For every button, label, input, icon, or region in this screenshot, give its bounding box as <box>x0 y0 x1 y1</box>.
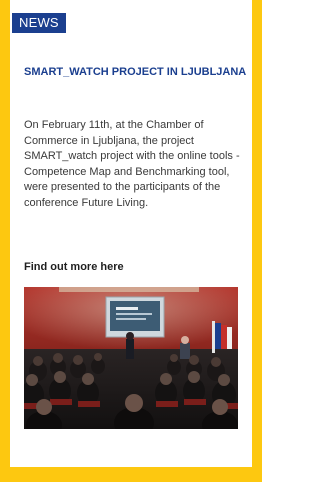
news-card: NEWS SMART_WATCH PROJECT IN LJUBLJANA On… <box>10 0 252 467</box>
news-frame: NEWS SMART_WATCH PROJECT IN LJUBLJANA On… <box>0 0 262 482</box>
article-body: On February 11th, at the Chamber of Comm… <box>24 119 240 209</box>
news-badge: NEWS <box>12 13 66 33</box>
conference-photo[interactable] <box>24 287 238 429</box>
find-out-more-link[interactable]: Find out more here <box>24 259 124 275</box>
article-title[interactable]: SMART_WATCH PROJECT IN LJUBLJANA <box>24 63 250 81</box>
conference-photo-illustration <box>24 287 238 429</box>
